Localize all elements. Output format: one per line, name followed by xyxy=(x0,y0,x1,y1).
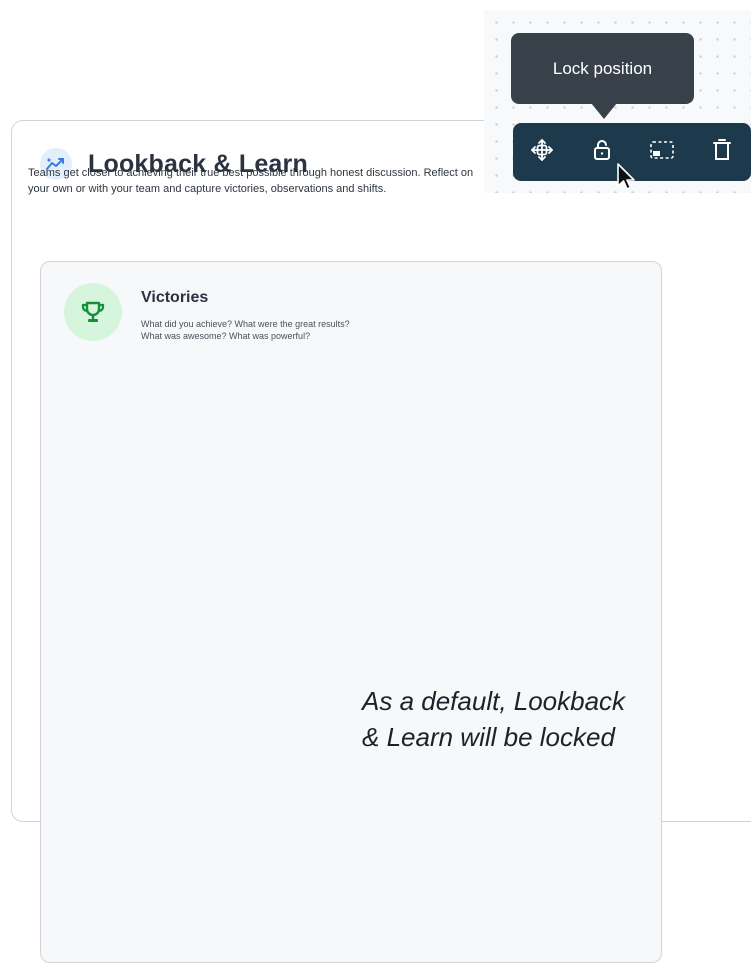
lock-position-button[interactable] xyxy=(587,137,617,167)
section-subtitle-line2: What was awesome? What was powerful? xyxy=(141,331,311,341)
caption-line2: & Learn will be locked xyxy=(362,722,615,752)
annotation-caption: As a default, Lookback & Learn will be l… xyxy=(362,683,747,755)
section-subtitle-line1: What did you achieve? What were the grea… xyxy=(141,319,350,329)
tooltip-label: Lock position xyxy=(552,58,653,78)
delete-button[interactable] xyxy=(707,137,737,167)
widget-description: Teams get closer to achieving their true… xyxy=(28,167,474,195)
section-subtitle: What did you achieve? What were the grea… xyxy=(141,318,441,342)
trash-icon xyxy=(712,138,732,167)
move-arrows-icon xyxy=(529,137,555,168)
tooltip-arrow xyxy=(591,103,617,119)
select-area-button[interactable] xyxy=(647,137,677,167)
tooltip: Lock position xyxy=(511,33,694,104)
caption-line1: As a default, Lookback xyxy=(362,686,626,716)
move-button[interactable] xyxy=(527,137,557,167)
lock-icon xyxy=(591,138,613,167)
mouse-pointer-icon xyxy=(616,162,636,197)
dashed-select-icon xyxy=(649,139,675,166)
section-title: Victories xyxy=(141,289,209,306)
victories-section[interactable]: Victories What did you achieve? What wer… xyxy=(40,261,662,963)
trophy-icon xyxy=(64,283,122,341)
